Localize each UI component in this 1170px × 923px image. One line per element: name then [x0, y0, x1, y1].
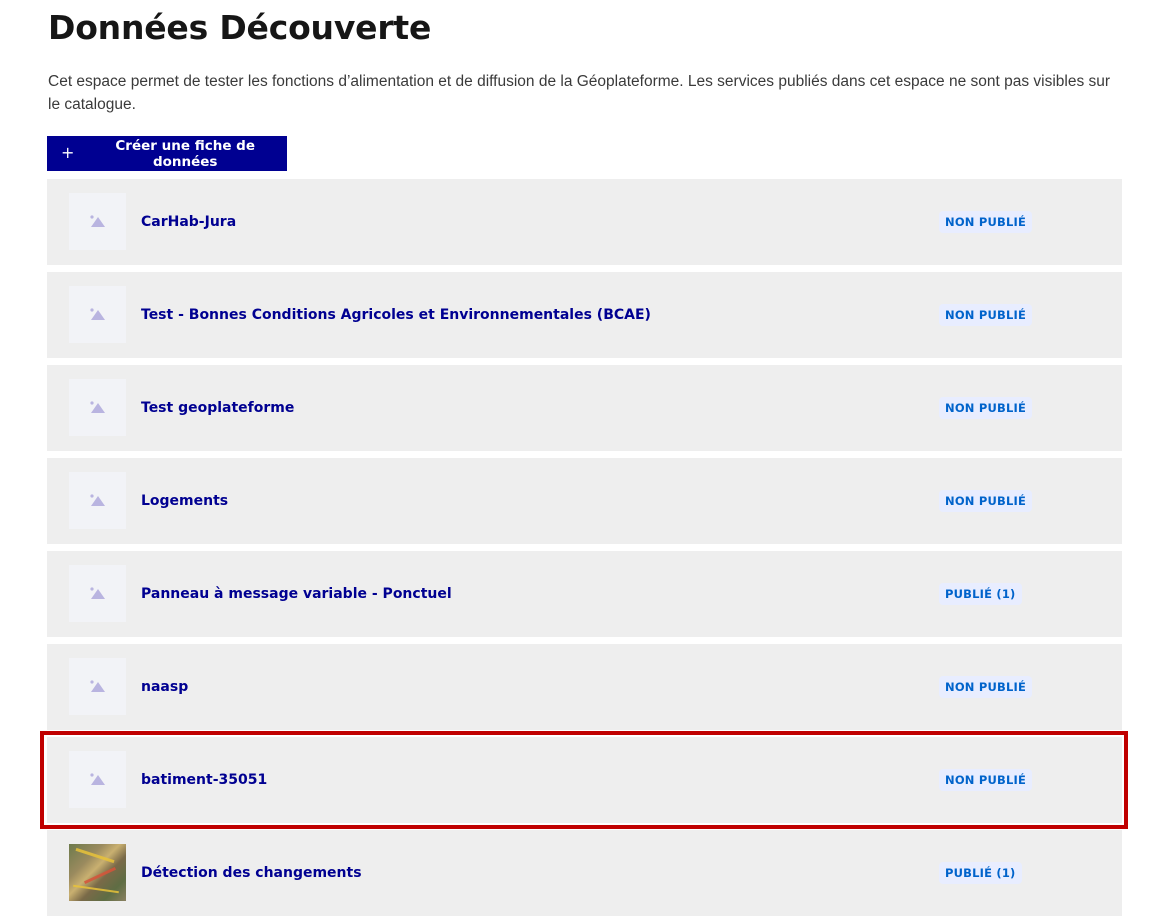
- page-description: Cet espace permet de tester les fonction…: [48, 73, 1111, 113]
- image-placeholder-icon: [90, 494, 105, 506]
- aerial-photo-thumbnail: [69, 844, 126, 901]
- dataset-item-panneau[interactable]: Panneau à message variable - Ponctuel PU…: [47, 551, 1122, 637]
- status-badge: NON PUBLIÉ: [939, 304, 1033, 326]
- dataset-title[interactable]: CarHab-Jura: [141, 179, 236, 265]
- image-placeholder-icon: [90, 308, 105, 320]
- dataset-thumbnail: [69, 472, 126, 529]
- photo-detail: [83, 866, 117, 885]
- status-badge: NON PUBLIÉ: [939, 397, 1033, 419]
- image-placeholder-icon: [90, 215, 105, 227]
- dataset-thumbnail: [69, 565, 126, 622]
- status-badge: PUBLIÉ (1): [939, 583, 1022, 605]
- photo-detail: [75, 847, 115, 864]
- status-badge: NON PUBLIÉ: [939, 676, 1033, 698]
- image-placeholder-icon: [90, 680, 105, 692]
- dataset-item-bcae[interactable]: Test - Bonnes Conditions Agricoles et En…: [47, 272, 1122, 358]
- image-placeholder-icon: [90, 587, 105, 599]
- dataset-title[interactable]: batiment-35051: [141, 737, 267, 823]
- dataset-item-carhab-jura[interactable]: CarHab-Jura NON PUBLIÉ: [47, 179, 1122, 265]
- dataset-item-detection-changements[interactable]: Détection des changements PUBLIÉ (1): [47, 830, 1122, 916]
- dataset-item-test-geoplateforme[interactable]: Test geoplateforme NON PUBLIÉ: [47, 365, 1122, 451]
- dataset-item-logements[interactable]: Logements NON PUBLIÉ: [47, 458, 1122, 544]
- page-title: Données Découverte: [48, 8, 432, 47]
- photo-detail: [73, 884, 119, 894]
- dataset-thumbnail: [69, 193, 126, 250]
- dataset-thumbnail: [69, 658, 126, 715]
- plus-icon: +: [61, 142, 75, 162]
- dataset-item-naasp[interactable]: naasp NON PUBLIÉ: [47, 644, 1122, 730]
- dataset-title[interactable]: Test geoplateforme: [141, 365, 294, 451]
- dataset-title[interactable]: naasp: [141, 644, 188, 730]
- create-dataset-label: Créer une fiche de données: [115, 137, 255, 170]
- dataset-title[interactable]: Test - Bonnes Conditions Agricoles et En…: [141, 272, 651, 358]
- dataset-title[interactable]: Logements: [141, 458, 228, 544]
- dataset-title[interactable]: Panneau à message variable - Ponctuel: [141, 551, 452, 637]
- status-badge: NON PUBLIÉ: [939, 769, 1033, 791]
- dataset-title[interactable]: Détection des changements: [141, 830, 362, 916]
- status-badge: PUBLIÉ (1): [939, 862, 1022, 884]
- dataset-thumbnail: [69, 379, 126, 436]
- page: Données Découverte Cet espace permet de …: [0, 0, 1170, 923]
- image-placeholder-icon: [90, 401, 105, 413]
- dataset-thumbnail: [69, 751, 126, 808]
- status-badge: NON PUBLIÉ: [939, 490, 1033, 512]
- dataset-thumbnail: [69, 286, 126, 343]
- dataset-item-batiment-35051[interactable]: batiment-35051 NON PUBLIÉ: [47, 737, 1122, 823]
- image-placeholder-icon: [90, 773, 105, 785]
- create-dataset-button[interactable]: + Créer une fiche de données: [47, 136, 287, 171]
- status-badge: NON PUBLIÉ: [939, 211, 1033, 233]
- dataset-list: CarHab-Jura NON PUBLIÉ Test - Bonnes Con…: [47, 179, 1122, 923]
